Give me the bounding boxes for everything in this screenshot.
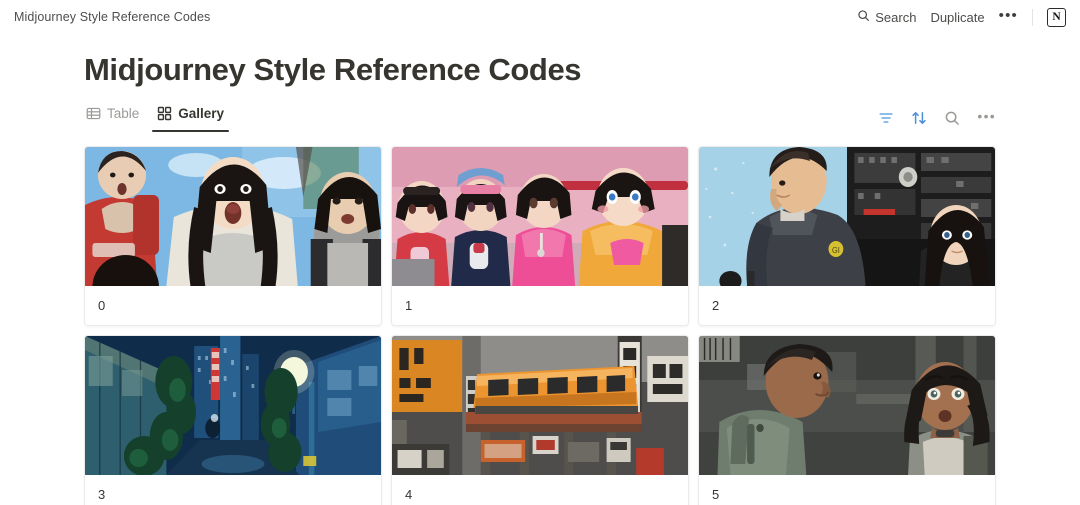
top-header-bar: Midjourney Style Reference Codes Search … [0, 0, 1080, 34]
page-body: Midjourney Style Reference Codes Table G… [0, 52, 1080, 505]
tab-table[interactable]: Table [84, 102, 141, 132]
page-title: Midjourney Style Reference Codes [84, 52, 582, 87]
duplicate-label: Duplicate [930, 9, 985, 25]
gallery-grid-icon [157, 106, 172, 121]
card-label: 2 [712, 297, 720, 313]
illustration-retro-anime-pair: GI [699, 146, 995, 286]
card-image-2[interactable]: GI [699, 146, 995, 286]
search-icon [857, 9, 870, 25]
duplicate-button[interactable]: Duplicate [930, 10, 984, 25]
card-label: 4 [405, 486, 413, 502]
view-tool-icons: ••• [878, 109, 996, 132]
tab-gallery-label: Gallery [178, 106, 225, 122]
gallery-card[interactable]: 3 [84, 334, 382, 505]
card-label: 1 [405, 297, 413, 313]
notion-logo-icon[interactable]: N [1047, 7, 1066, 27]
filter-icon[interactable] [878, 110, 894, 126]
card-image-4[interactable] [392, 335, 688, 475]
card-label: 0 [98, 297, 106, 313]
card-image-1[interactable] [392, 146, 688, 286]
view-tabs: Table Gallery [84, 102, 229, 132]
card-image-5[interactable] [699, 335, 995, 475]
tab-gallery[interactable]: Gallery [152, 102, 229, 132]
gallery-card[interactable]: 1 [391, 145, 689, 326]
search-label: Search [875, 9, 917, 25]
card-label: 5 [712, 486, 720, 502]
card-image-0[interactable] [85, 146, 381, 286]
illustration-chibi-group [392, 146, 688, 286]
search-button[interactable]: Search [857, 9, 916, 25]
illustration-orange-train-street [392, 335, 688, 475]
view-toolbar: Table Gallery ••• [84, 102, 996, 132]
card-label: 3 [98, 486, 106, 502]
card-image-3[interactable] [85, 335, 381, 475]
gallery-card[interactable]: 5 [698, 334, 996, 505]
more-horizontal-icon[interactable]: ••• [999, 8, 1018, 26]
svg-text:GI: GI [832, 245, 840, 254]
table-icon [86, 106, 101, 121]
illustration-two-characters-talking [699, 335, 995, 475]
illustration-shocked-crowd [85, 146, 381, 286]
gallery-card[interactable]: 0 [84, 145, 382, 326]
sort-icon[interactable] [911, 110, 927, 126]
search-icon[interactable] [944, 110, 960, 126]
top-header-actions: Search Duplicate ••• N [857, 7, 1066, 27]
header-divider [1032, 8, 1033, 26]
breadcrumb[interactable]: Midjourney Style Reference Codes [14, 10, 210, 24]
gallery-card[interactable]: 4 [391, 334, 689, 505]
more-horizontal-icon[interactable]: ••• [977, 109, 996, 127]
illustration-night-alley [85, 335, 381, 475]
gallery-card[interactable]: GI 2 [698, 145, 996, 326]
gallery-grid: 0 1 GI 2 3 4 5 [84, 145, 996, 505]
tab-table-label: Table [107, 106, 140, 122]
